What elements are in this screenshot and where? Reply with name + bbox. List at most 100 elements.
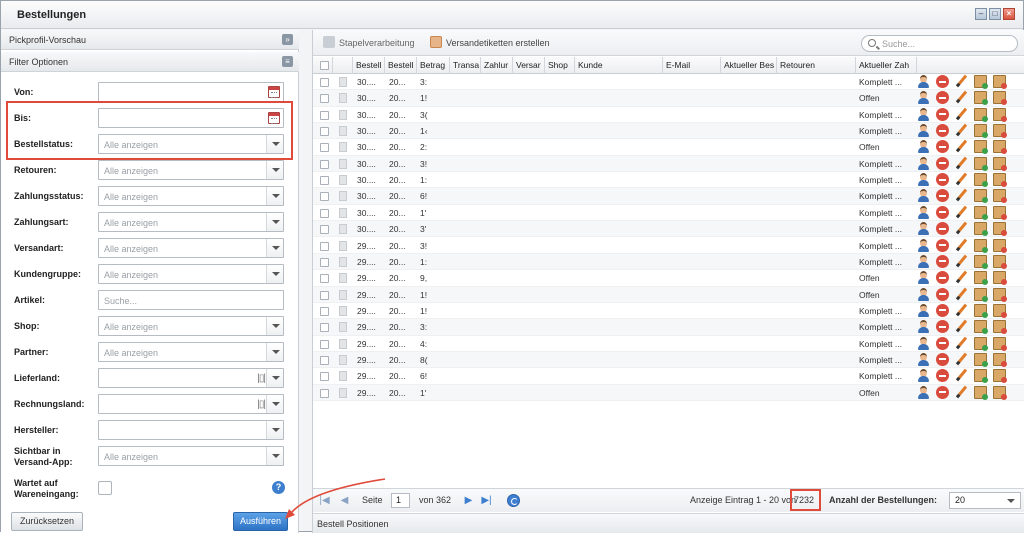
customer-icon[interactable] — [917, 189, 930, 203]
customer-icon[interactable] — [917, 238, 930, 252]
column-header[interactable]: Bestell — [385, 57, 417, 74]
help-icon[interactable]: ? — [272, 481, 285, 494]
row-checkbox[interactable] — [320, 143, 329, 153]
filter-input[interactable]: Alle anzeigen — [98, 212, 284, 232]
package-return-icon[interactable] — [993, 140, 1007, 155]
table-row[interactable]: 29.... 20... 1: Komplett ... — [313, 253, 1024, 271]
package-add-icon[interactable] — [974, 156, 988, 171]
edit-icon[interactable] — [955, 108, 968, 121]
pickprofil-panel-header[interactable]: Pickprofil-Vorschau » — [1, 30, 299, 50]
minimize-icon[interactable]: – — [975, 8, 987, 20]
edit-icon[interactable] — [955, 140, 968, 153]
row-checkbox[interactable] — [320, 225, 329, 235]
filter-input[interactable]: Alle anzeigen — [98, 316, 284, 336]
package-add-icon[interactable] — [974, 124, 988, 139]
cancel-icon[interactable] — [936, 385, 949, 399]
package-add-icon[interactable] — [974, 336, 988, 351]
filter-input[interactable] — [98, 82, 284, 102]
select-all-checkbox[interactable] — [320, 61, 329, 70]
row-checkbox[interactable] — [320, 355, 329, 365]
cancel-icon[interactable] — [936, 222, 949, 236]
row-checkbox[interactable] — [320, 257, 329, 267]
wareneingang-checkbox[interactable] — [98, 481, 112, 495]
column-header[interactable]: Aktueller Zah — [856, 57, 917, 74]
row-checkbox[interactable] — [320, 94, 329, 104]
filter-input[interactable]: Alle anzeigen — [98, 160, 284, 180]
package-return-icon[interactable] — [993, 189, 1007, 204]
cancel-icon[interactable] — [936, 189, 949, 203]
reset-button[interactable]: Zurücksetzen — [11, 512, 83, 531]
column-header[interactable]: Versar — [513, 57, 545, 74]
column-header[interactable]: Aktueller Bes — [721, 57, 777, 74]
dropdown-arrow-icon[interactable] — [266, 265, 283, 283]
package-return-icon[interactable] — [993, 320, 1007, 335]
table-row[interactable]: 29.... 20... 6! Komplett ... — [313, 368, 1024, 385]
package-return-icon[interactable] — [993, 107, 1007, 122]
row-checkbox[interactable] — [320, 176, 329, 186]
cancel-icon[interactable] — [936, 287, 949, 301]
cancel-icon[interactable] — [936, 140, 949, 154]
filter-input[interactable]: Alle anzeigen — [98, 186, 284, 206]
table-row[interactable]: 29.... 20... 9, Offen — [313, 270, 1024, 287]
package-add-icon[interactable] — [974, 222, 988, 237]
filter-input[interactable]: Alle anzeigen — [98, 446, 284, 466]
filter-input[interactable]: |▯| — [98, 394, 284, 414]
search-input[interactable]: Suche... — [861, 35, 1018, 52]
row-checkbox[interactable] — [320, 306, 329, 316]
cancel-icon[interactable] — [936, 124, 949, 138]
cancel-icon[interactable] — [936, 271, 949, 285]
package-return-icon[interactable] — [993, 173, 1007, 188]
customer-icon[interactable] — [917, 222, 930, 236]
customer-icon[interactable] — [917, 173, 930, 187]
edit-icon[interactable] — [955, 91, 968, 104]
column-header[interactable]: Retouren — [777, 57, 856, 74]
customer-icon[interactable] — [917, 352, 930, 366]
first-page-icon[interactable]: |◀ — [319, 495, 330, 506]
package-return-icon[interactable] — [993, 222, 1007, 237]
batch-processing-button[interactable]: Stapelverarbeitung — [323, 34, 415, 52]
package-return-icon[interactable] — [993, 124, 1007, 139]
customer-icon[interactable] — [917, 385, 930, 399]
dropdown-arrow-icon[interactable] — [266, 447, 283, 465]
package-add-icon[interactable] — [974, 271, 988, 286]
row-checkbox[interactable] — [320, 192, 329, 202]
cancel-icon[interactable] — [936, 254, 949, 268]
edit-icon[interactable] — [955, 386, 968, 399]
package-add-icon[interactable] — [974, 140, 988, 155]
package-add-icon[interactable] — [974, 107, 988, 122]
row-checkbox[interactable] — [320, 78, 329, 87]
last-page-icon[interactable]: ▶| — [481, 495, 492, 506]
table-row[interactable]: 30.... 20... 2: Offen — [313, 139, 1024, 156]
customer-icon[interactable] — [917, 303, 930, 317]
package-add-icon[interactable] — [974, 189, 988, 204]
table-row[interactable]: 29.... 20... 3! Komplett ... — [313, 238, 1024, 254]
package-add-icon[interactable] — [974, 287, 988, 302]
row-checkbox[interactable] — [320, 208, 329, 218]
package-return-icon[interactable] — [993, 254, 1007, 269]
row-checkbox[interactable] — [320, 127, 329, 137]
package-add-icon[interactable] — [974, 173, 988, 188]
maximize-icon[interactable]: □ — [989, 8, 1001, 20]
edit-icon[interactable] — [955, 288, 968, 301]
package-add-icon[interactable] — [974, 320, 988, 335]
package-return-icon[interactable] — [993, 75, 1007, 89]
edit-icon[interactable] — [955, 320, 968, 333]
customer-icon[interactable] — [917, 75, 930, 88]
edit-icon[interactable] — [955, 304, 968, 317]
edit-icon[interactable] — [955, 75, 968, 88]
cancel-icon[interactable] — [936, 173, 949, 187]
close-icon[interactable]: × — [1003, 8, 1015, 20]
customer-icon[interactable] — [917, 271, 930, 285]
customer-icon[interactable] — [917, 320, 930, 334]
table-row[interactable]: 29.... 20... 1! Komplett ... — [313, 303, 1024, 320]
table-row[interactable]: 29.... 20... 8(Komplett ... — [313, 351, 1024, 369]
cancel-icon[interactable] — [936, 107, 949, 121]
customer-icon[interactable] — [917, 91, 930, 105]
filter-input[interactable]: Alle anzeigen — [98, 264, 284, 284]
customer-icon[interactable] — [917, 287, 930, 301]
edit-icon[interactable] — [955, 206, 968, 219]
column-header[interactable]: Bestell — [353, 57, 385, 74]
edit-icon[interactable] — [955, 337, 968, 350]
table-row[interactable]: 30.... 20... 3: Komplett ... — [313, 74, 1024, 91]
table-row[interactable]: 29.... 20... 1! Offen — [313, 286, 1024, 303]
